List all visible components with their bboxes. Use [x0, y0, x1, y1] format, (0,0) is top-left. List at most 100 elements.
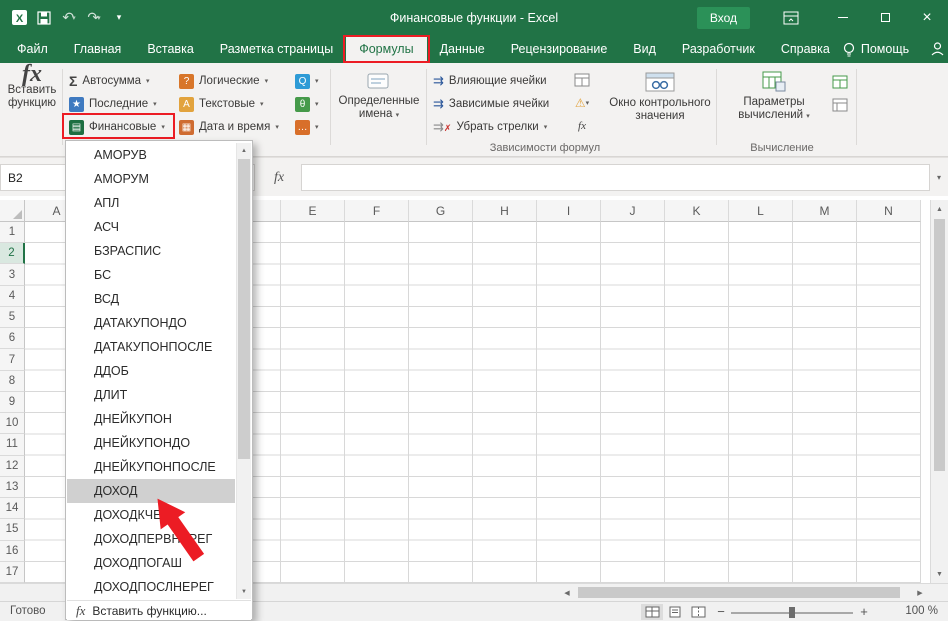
redo-icon[interactable]: ↷▾ — [83, 6, 105, 30]
column-header[interactable]: K — [665, 200, 729, 222]
column-header[interactable]: L — [729, 200, 793, 222]
function-menu-item[interactable]: БС — [67, 263, 235, 287]
row-header[interactable]: 13 — [0, 477, 25, 498]
function-menu-item[interactable]: ДЛИТ — [67, 383, 235, 407]
function-menu-item[interactable]: ДАТАКУПОНДО — [67, 311, 235, 335]
column-header[interactable]: H — [473, 200, 537, 222]
defined-names-button[interactable]: Определенные имена ▾ — [334, 68, 424, 148]
vertical-scroll-thumb[interactable] — [934, 219, 945, 471]
watch-window-button[interactable]: Окно контрольного значения — [608, 68, 712, 148]
excel-app-icon[interactable]: X — [8, 6, 30, 30]
row-header[interactable]: 8 — [0, 371, 25, 392]
show-formulas-button[interactable] — [572, 70, 592, 90]
scroll-up-icon[interactable]: ▲ — [237, 143, 251, 158]
menu-scroll-thumb[interactable] — [238, 159, 250, 459]
scroll-left-icon[interactable]: ◀ — [558, 585, 576, 601]
autosum-button[interactable]: Σ Автосумма ▾ — [66, 70, 172, 92]
row-header[interactable]: 9 — [0, 392, 25, 413]
vertical-scrollbar[interactable]: ▲ ▼ — [930, 200, 948, 583]
column-header[interactable]: N — [857, 200, 921, 222]
ribbon-tab[interactable]: Данные — [427, 35, 498, 63]
text-functions-button[interactable]: А Текстовые ▾ — [176, 93, 286, 115]
function-menu-item[interactable]: ДАТАКУПОНПОСЛЕ — [67, 335, 235, 359]
row-header[interactable]: 2 — [0, 243, 25, 264]
row-header[interactable]: 3 — [0, 264, 25, 285]
column-header[interactable]: M — [793, 200, 857, 222]
normal-view-button[interactable] — [641, 604, 663, 620]
minimize-button[interactable] — [822, 0, 864, 35]
function-menu-item[interactable]: ДОХОДПОСЛНЕРЕГ — [67, 575, 235, 599]
remove-arrows-button[interactable]: ⇉✗ Убрать стрелки ▾ — [430, 116, 560, 138]
row-header[interactable]: 4 — [0, 286, 25, 307]
ribbon-tab[interactable]: Разметка страницы — [207, 35, 346, 63]
insert-function-fx-button[interactable]: fx — [258, 164, 300, 191]
financial-functions-button[interactable]: ▤ Финансовые ▾ — [66, 116, 172, 138]
row-header[interactable]: 10 — [0, 413, 25, 434]
function-menu-item[interactable]: ВСД — [67, 287, 235, 311]
more-functions-button[interactable]: … ▾ — [292, 116, 326, 138]
row-header[interactable]: 16 — [0, 541, 25, 562]
ribbon-tab[interactable]: Формулы — [346, 35, 426, 63]
ribbon-tab[interactable]: Файл — [4, 35, 61, 63]
function-menu-item[interactable]: АСЧ — [67, 215, 235, 239]
help-button[interactable]: Помощь — [843, 42, 909, 57]
horizontal-scroll-thumb[interactable] — [578, 587, 900, 598]
evaluate-formula-button[interactable]: fx — [572, 116, 592, 136]
calculate-sheet-button[interactable] — [830, 95, 850, 115]
function-menu-item[interactable]: ДНЕЙКУПОН — [67, 407, 235, 431]
menu-insert-function-item[interactable]: fx Вставить функцию... — [67, 601, 251, 620]
share-button[interactable]: Поделиться — [931, 42, 948, 56]
row-header[interactable]: 6 — [0, 328, 25, 349]
ribbon-tab[interactable]: Вставка — [134, 35, 206, 63]
ribbon-display-options-icon[interactable] — [780, 6, 802, 30]
row-header[interactable]: 11 — [0, 434, 25, 455]
function-menu-item[interactable]: ДНЕЙКУПОНДО — [67, 431, 235, 455]
sign-in-button[interactable]: Вход — [697, 7, 750, 29]
zoom-level-label[interactable]: 100 % — [886, 605, 938, 617]
function-menu-item[interactable]: ДНЕЙКУПОНПОСЛЕ — [67, 455, 235, 479]
zoom-out-button[interactable]: − — [714, 604, 728, 619]
scroll-up-icon[interactable]: ▲ — [931, 201, 948, 217]
page-break-view-button[interactable] — [687, 604, 709, 620]
function-menu-item[interactable]: ДДОБ — [67, 359, 235, 383]
error-checking-button[interactable]: ⚠▾ — [572, 93, 592, 113]
function-menu-item[interactable]: ДОХОДПОГАШ — [67, 551, 235, 575]
scroll-down-icon[interactable]: ▼ — [931, 566, 948, 582]
function-menu-item[interactable]: АПЛ — [67, 191, 235, 215]
function-menu-item[interactable]: АМОРУВ — [67, 143, 235, 167]
column-header[interactable]: I — [537, 200, 601, 222]
function-menu-item[interactable]: БЗРАСПИС — [67, 239, 235, 263]
formula-input[interactable] — [301, 164, 930, 191]
row-header[interactable]: 7 — [0, 349, 25, 370]
row-header[interactable]: 5 — [0, 307, 25, 328]
row-header[interactable]: 1 — [0, 222, 25, 243]
column-header[interactable]: G — [409, 200, 473, 222]
row-header[interactable]: 17 — [0, 562, 25, 583]
trace-precedents-button[interactable]: ⇉ Влияющие ячейки — [430, 70, 560, 92]
save-icon[interactable] — [33, 6, 55, 30]
column-header[interactable]: F — [345, 200, 409, 222]
ribbon-tab[interactable]: Разработчик — [669, 35, 768, 63]
maximize-button[interactable] — [864, 0, 906, 35]
formula-bar-expand-icon[interactable]: ▾ — [932, 164, 946, 191]
datetime-functions-button[interactable]: ▦ Дата и время ▾ — [176, 116, 286, 138]
scroll-down-icon[interactable]: ▼ — [237, 584, 251, 599]
menu-scrollbar[interactable]: ▲ ▼ — [236, 143, 251, 599]
column-header[interactable]: E — [281, 200, 345, 222]
calculate-now-button[interactable] — [830, 72, 850, 92]
logical-functions-button[interactable]: ? Логические ▾ — [176, 70, 286, 92]
page-layout-view-button[interactable] — [664, 604, 686, 620]
row-header[interactable]: 15 — [0, 519, 25, 540]
undo-icon[interactable]: ↶▾ — [58, 6, 80, 30]
close-button[interactable]: × — [906, 0, 948, 35]
zoom-slider-thumb[interactable] — [789, 607, 795, 618]
scroll-right-icon[interactable]: ▶ — [911, 585, 929, 601]
ribbon-tab[interactable]: Рецензирование — [498, 35, 621, 63]
recent-functions-button[interactable]: ★ Последние ▾ — [66, 93, 172, 115]
row-header[interactable]: 12 — [0, 456, 25, 477]
calculation-options-button[interactable]: Параметры вычислений ▾ — [724, 68, 824, 148]
qat-customize-icon[interactable]: ▾ — [108, 6, 130, 30]
function-menu-item[interactable]: ДОХОДКЧЕК — [67, 503, 235, 527]
math-functions-button[interactable]: θ ▾ — [292, 93, 326, 115]
trace-dependents-button[interactable]: ⇉ Зависимые ячейки — [430, 93, 560, 115]
